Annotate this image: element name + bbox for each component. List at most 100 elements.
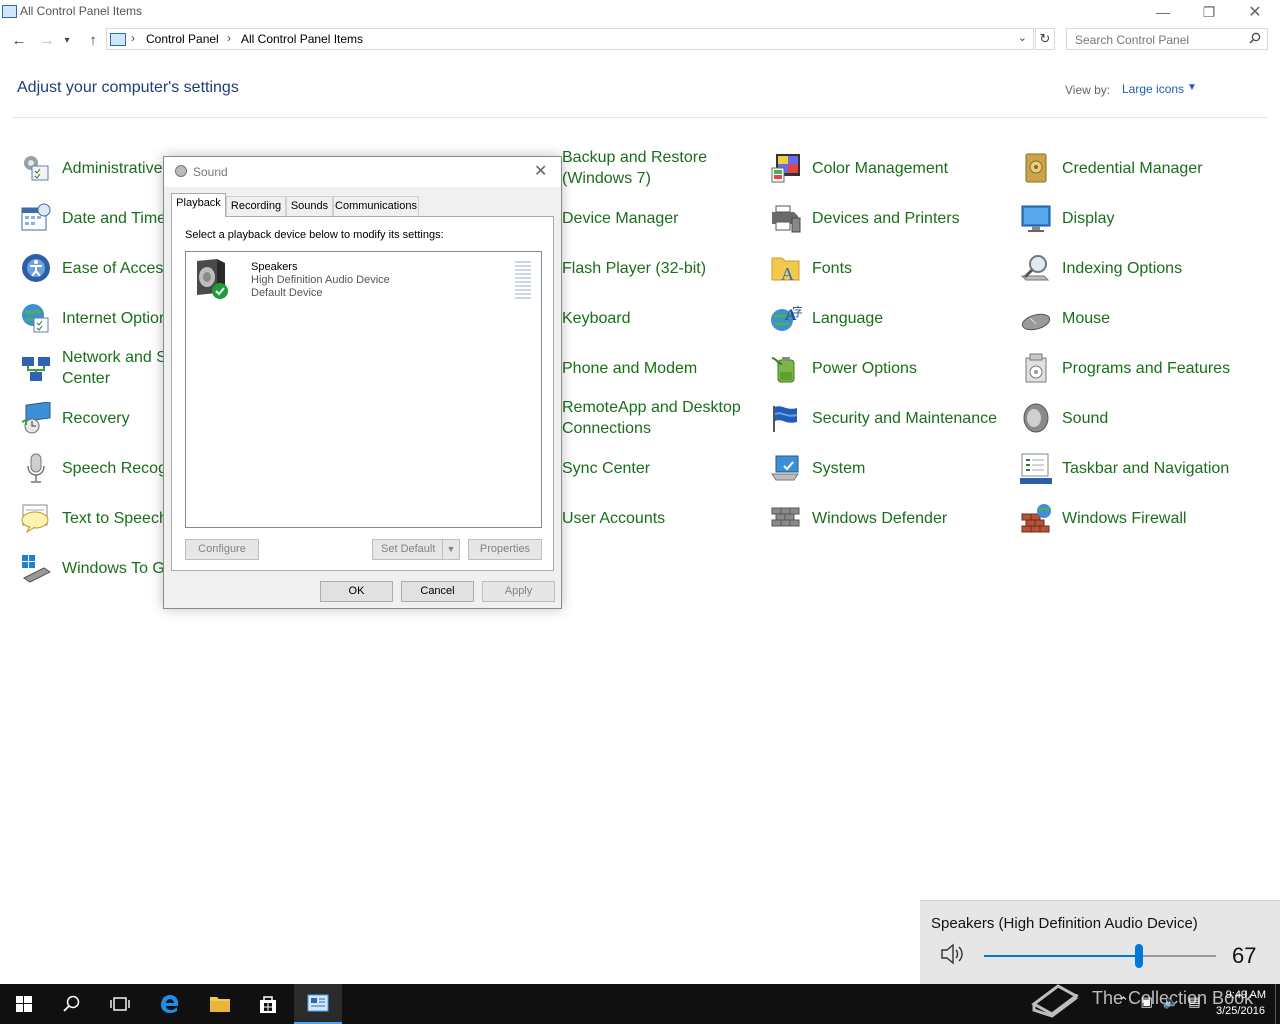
dialog-title-bar[interactable]: Sound ✕ <box>164 157 561 187</box>
volume-device-name[interactable]: Speakers (High Definition Audio Device) <box>931 915 1198 932</box>
taskbar-search-button[interactable] <box>48 984 96 1024</box>
cp-item-label: Color Management <box>812 160 949 177</box>
cp-item-label: Internet Optior <box>62 310 165 327</box>
internet-options-icon <box>22 304 49 333</box>
magnifier-icon <box>1020 255 1050 281</box>
clock-date[interactable]: 3/25/2016 <box>1216 1005 1265 1017</box>
speech-bubble-icon <box>21 504 49 534</box>
cancel-button[interactable]: Cancel <box>401 581 474 602</box>
taskbar <box>0 984 1280 1024</box>
minimize-button[interactable]: — <box>1140 0 1186 24</box>
show-desktop-button[interactable] <box>1275 984 1276 1024</box>
tab-communications[interactable]: Communications <box>333 196 419 216</box>
control-panel-icon <box>307 994 329 1012</box>
device-description: High Definition Audio Device <box>251 274 390 286</box>
edge-icon <box>161 995 179 1013</box>
breadcrumb-separator[interactable]: › <box>227 31 231 45</box>
network-icon <box>22 357 50 381</box>
windows-logo-icon <box>16 996 32 1012</box>
printer-icon <box>772 205 801 233</box>
color-management-icon <box>771 154 800 183</box>
instruction-text: Select a playback device below to modify… <box>185 229 444 241</box>
file-explorer-button[interactable] <box>196 984 244 1024</box>
network-tray-icon[interactable]: ▣ <box>1141 994 1153 1009</box>
monitor-icon <box>1021 205 1051 232</box>
recovery-icon <box>21 402 51 434</box>
cp-item-label: Sync Center <box>562 460 651 477</box>
dialog-close-button[interactable]: ✕ <box>534 161 547 181</box>
notifications-icon[interactable]: ▤ <box>1188 994 1200 1009</box>
control-panel-taskbar-button[interactable] <box>294 984 342 1024</box>
dialog-title: Sound <box>193 165 228 179</box>
up-button[interactable]: ↑ <box>82 30 104 50</box>
cp-item-label: Windows Firewall <box>1062 510 1187 527</box>
forward-button[interactable]: → <box>36 30 58 50</box>
cp-item-label-line2: Center <box>62 370 111 387</box>
fonts-folder-icon: A <box>771 257 800 284</box>
breadcrumb-all-items[interactable]: All Control Panel Items <box>241 32 363 46</box>
cp-item-label: Administrative <box>62 160 163 177</box>
device-list[interactable]: Speakers High Definition Audio Device De… <box>185 251 542 528</box>
speaker-device-icon <box>197 259 228 299</box>
svg-text:A: A <box>781 264 794 284</box>
book-logo-icon <box>1031 984 1079 1018</box>
back-button[interactable]: ← <box>8 30 30 50</box>
title-bar: All Control Panel Items — ❐ ✕ <box>0 0 1280 24</box>
search-input[interactable]: Search Control Panel <box>1066 28 1268 50</box>
task-view-button[interactable] <box>96 984 144 1024</box>
microphone-icon <box>27 453 45 483</box>
chevron-down-icon[interactable]: ⌄ <box>1018 31 1027 44</box>
speaker-icon <box>1023 403 1049 433</box>
volume-slider[interactable] <box>984 944 1216 968</box>
close-button[interactable]: ✕ <box>1232 0 1278 24</box>
store-button[interactable] <box>244 984 292 1024</box>
chevron-down-icon[interactable]: ▼ <box>442 540 459 559</box>
recent-locations-button[interactable]: ▾ <box>60 30 74 50</box>
cp-item-label: Windows Defender <box>812 510 948 527</box>
cp-item-label: User Accounts <box>562 510 666 527</box>
level-meter <box>515 261 531 299</box>
edge-button[interactable] <box>146 984 194 1024</box>
search-icon <box>63 995 80 1012</box>
refresh-button[interactable]: ↻ <box>1035 28 1055 50</box>
address-bar[interactable]: › Control Panel › All Control Panel Item… <box>106 28 1034 50</box>
speaker-icon[interactable] <box>940 943 966 971</box>
restore-button[interactable]: ❐ <box>1186 0 1232 24</box>
search-icon[interactable] <box>1249 32 1261 47</box>
apply-button[interactable]: Apply <box>482 581 555 602</box>
tab-playback[interactable]: Playback <box>171 193 226 217</box>
view-by-dropdown[interactable]: Large icons <box>1122 82 1184 96</box>
volume-tray-icon[interactable]: 🔈 <box>1162 994 1178 1009</box>
divider <box>12 117 1268 118</box>
cp-item-label: Programs and Features <box>1062 360 1231 377</box>
cp-item-label: Recovery <box>62 410 130 427</box>
start-button[interactable] <box>0 984 48 1024</box>
cp-item-label: Display <box>1062 210 1115 227</box>
cp-item-label: Windows To Go <box>62 560 174 577</box>
tab-sounds[interactable]: Sounds <box>286 196 333 216</box>
configure-button[interactable]: Configure <box>185 539 259 560</box>
ease-of-access-icon <box>22 254 50 282</box>
chevron-up-icon[interactable]: ⌃ <box>1118 994 1129 1009</box>
cp-item-label: Text to Speech <box>62 510 168 527</box>
clock-time[interactable]: 9:49 AM <box>1218 989 1266 1001</box>
svg-text:字: 字 <box>792 304 802 319</box>
volume-slider-thumb[interactable] <box>1135 944 1144 968</box>
store-icon <box>260 996 276 1013</box>
system-tray[interactable]: ⌃ ▣ 🔈 ▤ <box>1118 994 1201 1010</box>
cp-item-label: Taskbar and Navigation <box>1062 460 1230 477</box>
ok-button[interactable]: OK <box>320 581 393 602</box>
list-item-speakers[interactable]: Speakers High Definition Audio Device De… <box>186 252 541 304</box>
cp-item-label: Keyboard <box>562 310 631 327</box>
cp-item-label: System <box>812 460 866 477</box>
properties-button[interactable]: Properties <box>468 539 542 560</box>
breadcrumb-separator[interactable]: › <box>131 31 135 45</box>
mouse-icon <box>1021 313 1051 331</box>
breadcrumb-control-panel[interactable]: Control Panel <box>146 32 219 46</box>
sound-dialog: Sound ✕ Playback Recording Sounds Commun… <box>163 156 562 609</box>
tab-recording[interactable]: Recording <box>226 196 286 216</box>
set-default-button[interactable]: Set Default ▼ <box>372 539 460 560</box>
system-icon <box>771 455 799 481</box>
caret-down-icon[interactable]: ▼ <box>1187 82 1197 93</box>
cp-item-label: Date and Time <box>62 210 167 227</box>
